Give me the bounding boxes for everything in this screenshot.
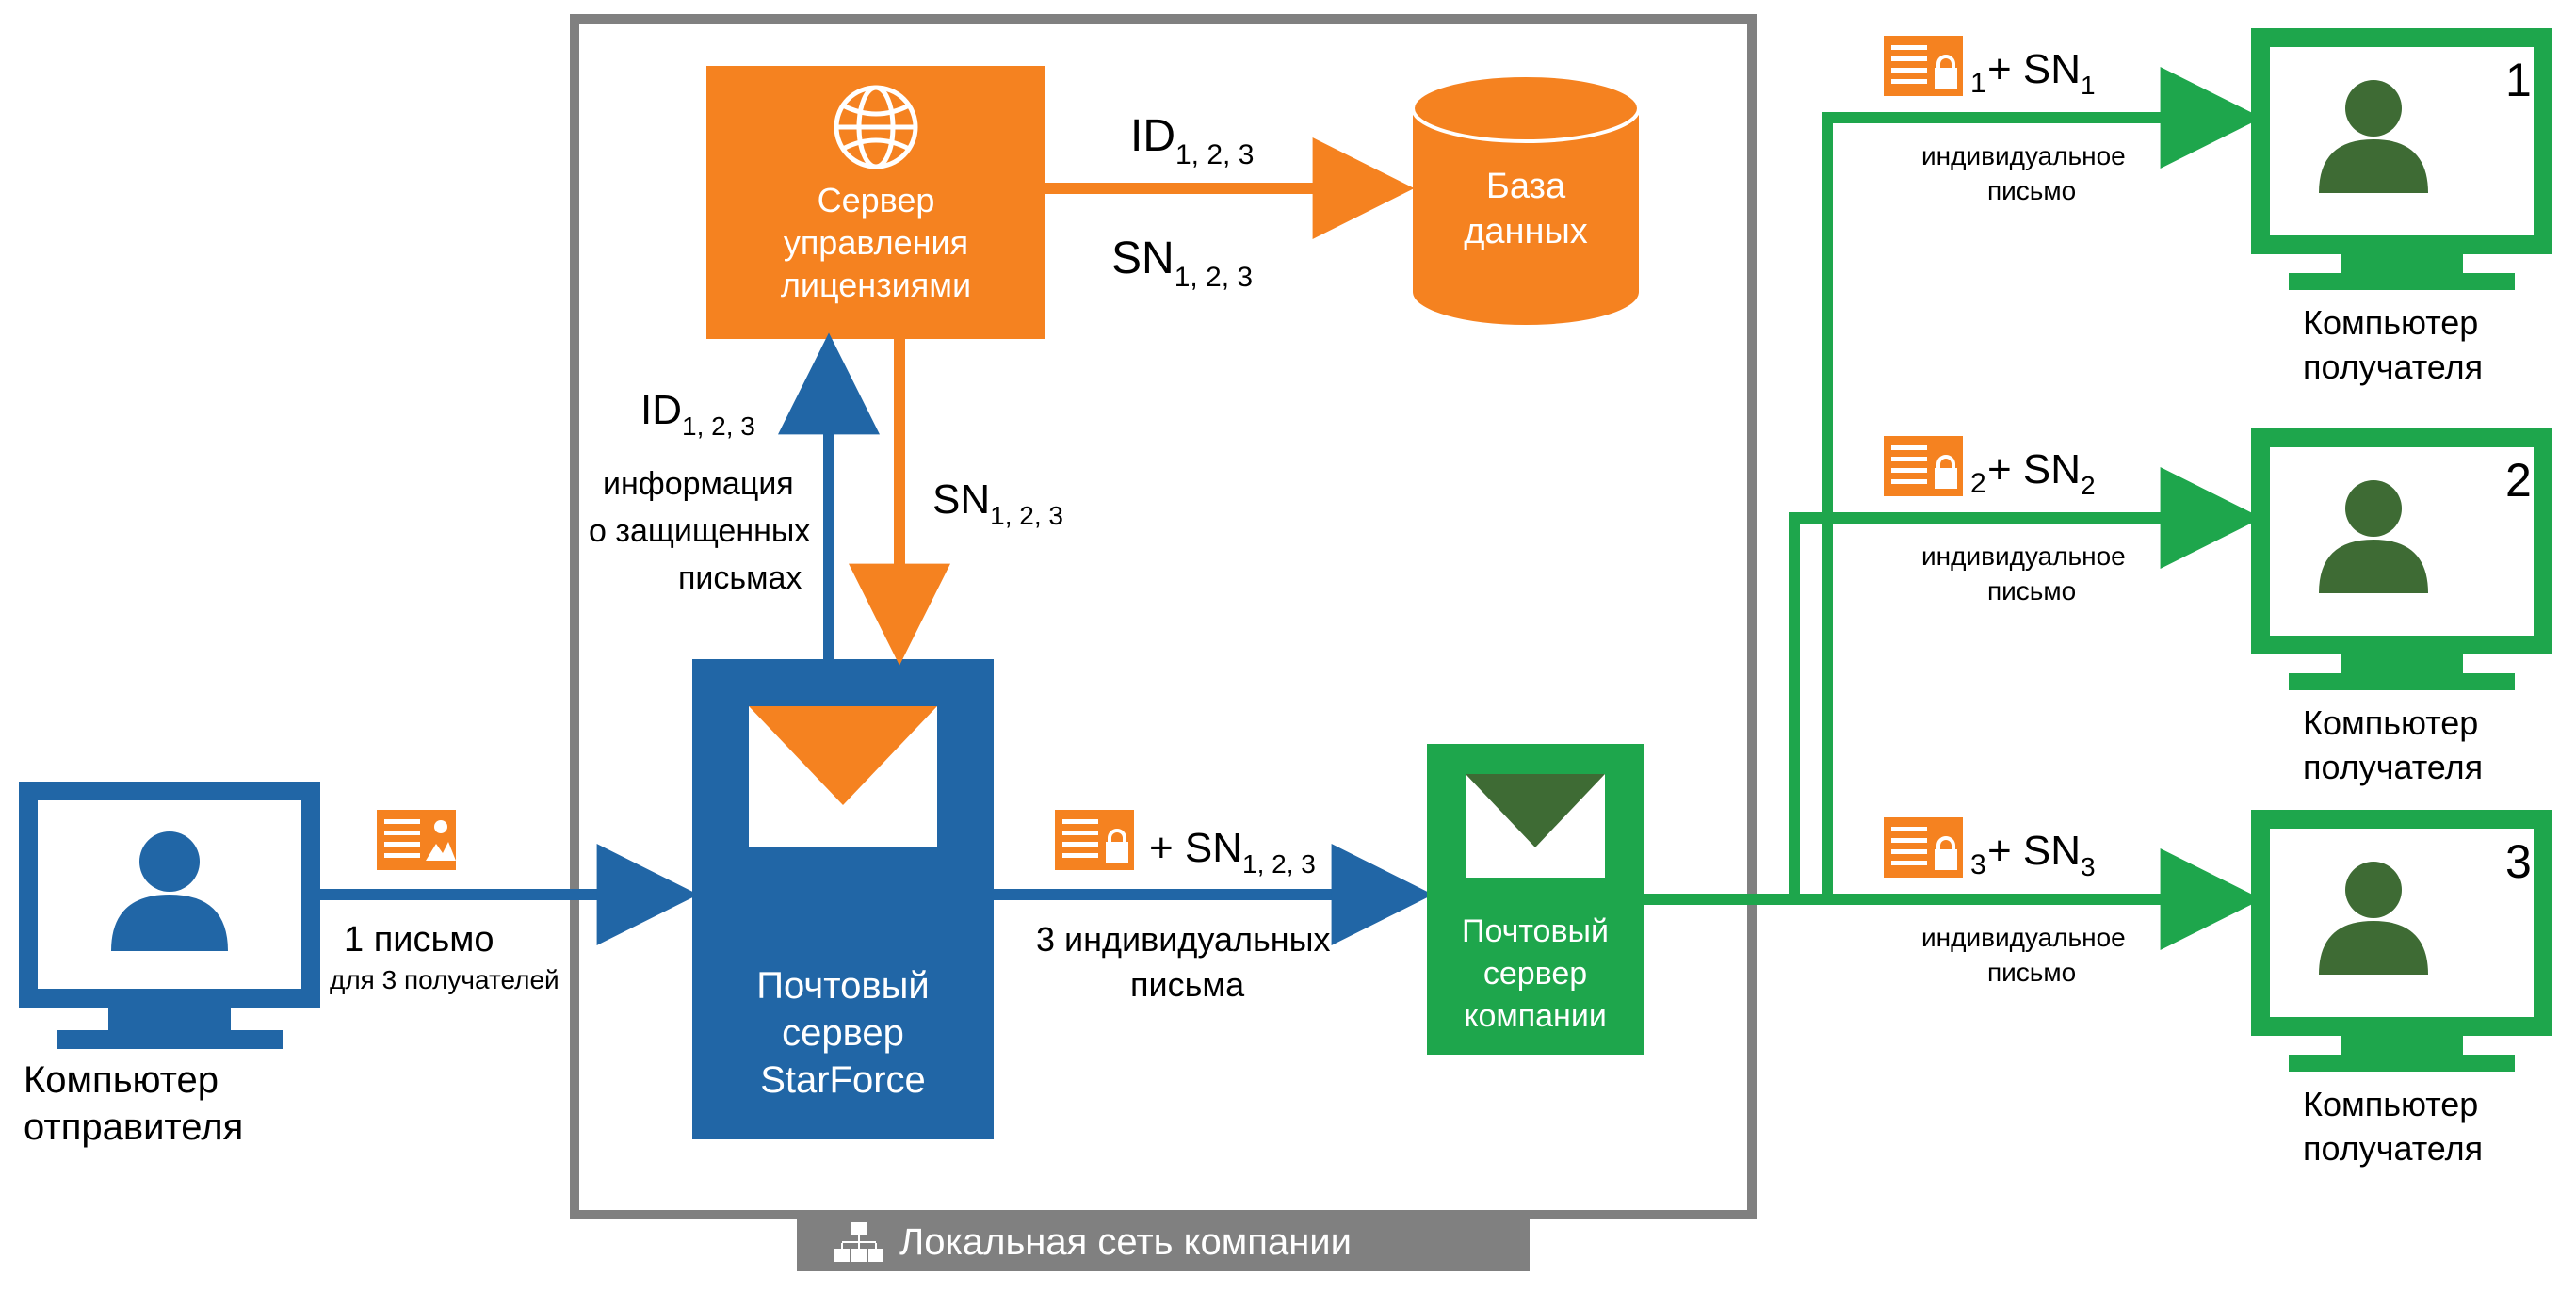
license-label-l1: Сервер [818,181,935,219]
db-label-l1: База [1486,167,1566,206]
recipient-2: 2 + SN2 индивидуальное письмо 2 Компьюте… [1884,436,2543,786]
sender-label-l1: Компьютер [24,1059,219,1101]
arrow-company-recipient-1 [1644,118,2242,899]
recipient-3: 3 + SN3 индивидуальное письмо 3 Компьюте… [1884,817,2543,1168]
svg-text:получателя: получателя [2303,1129,2483,1168]
svg-text:Компьютер: Компьютер [2303,703,2478,742]
starforce-label-l2: сервер [782,1012,904,1054]
svg-text:индивидуальное: индивидуальное [1921,541,2126,571]
svg-text:1: 1 [1970,68,1986,99]
svg-text:получателя: получателя [2303,347,2483,386]
svg-text:письмо: письмо [1987,176,2076,205]
starforce-label-l3: StarForce [760,1059,926,1101]
svg-text:Компьютер: Компьютер [2303,1085,2478,1123]
down-sn: SN1, 2, 3 [932,476,1063,530]
mid-label-l2: письма [1130,965,1245,1004]
recipient-1: 1 + SN1 индивидуальное письмо 1 Компьюте… [1884,36,2543,386]
diagram-canvas: Локальная сеть компании Компьютер отправ… [0,0,2576,1291]
message-image-icon [377,810,456,870]
svg-text:3: 3 [2505,835,2532,888]
svg-text:получателя: получателя [2303,748,2483,786]
sender-arrow-l2: для 3 получателей [330,965,559,994]
locked-message-icon-2 [1884,436,1963,496]
svg-text:письмо: письмо [1987,958,2076,987]
svg-text:+ SN3: + SN3 [1987,828,2096,881]
company-label-l3: компании [1464,998,1607,1034]
mid-label-l1: 3 индивидуальных [1036,920,1331,959]
svg-text:письмо: письмо [1987,576,2076,605]
locked-message-icon [1055,810,1134,870]
db-arrow-sn: SN1, 2, 3 [1111,234,1253,293]
up-info-l2: о защищенных [589,513,810,549]
sender-arrow-l1: 1 письмо [344,920,494,960]
svg-text:2: 2 [1970,468,1986,499]
svg-text:+ SN2: + SN2 [1987,446,2096,500]
locked-message-icon-3 [1884,817,1963,878]
svg-text:Компьютер: Компьютер [2303,303,2478,342]
up-info-l1: информация [603,466,794,502]
svg-text:индивидуальное: индивидуальное [1921,923,2126,952]
company-label-l1: Почтовый [1462,913,1609,949]
svg-text:+ SN1: + SN1 [1987,46,2096,100]
svg-text:1: 1 [2505,54,2532,106]
db-label-l2: данных [1464,212,1588,251]
up-info-l3: письмах [678,560,802,596]
sender-computer [28,791,311,1049]
lan-title: Локальная сеть компании [899,1221,1352,1263]
license-label-l2: управления [784,223,968,262]
up-id: ID1, 2, 3 [640,387,755,441]
svg-text:3: 3 [1970,849,1986,880]
starforce-label-l1: Почтовый [756,965,929,1007]
company-label-l2: сервер [1483,956,1587,992]
svg-text:индивидуальное: индивидуальное [1921,141,2126,170]
db-arrow-id: ID1, 2, 3 [1130,111,1254,170]
license-label-l3: лицензиями [781,266,971,304]
mid-sn: + SN1, 2, 3 [1149,825,1316,879]
locked-message-icon-1 [1884,36,1963,96]
sender-label-l2: отправителя [24,1106,243,1148]
svg-text:2: 2 [2505,454,2532,507]
